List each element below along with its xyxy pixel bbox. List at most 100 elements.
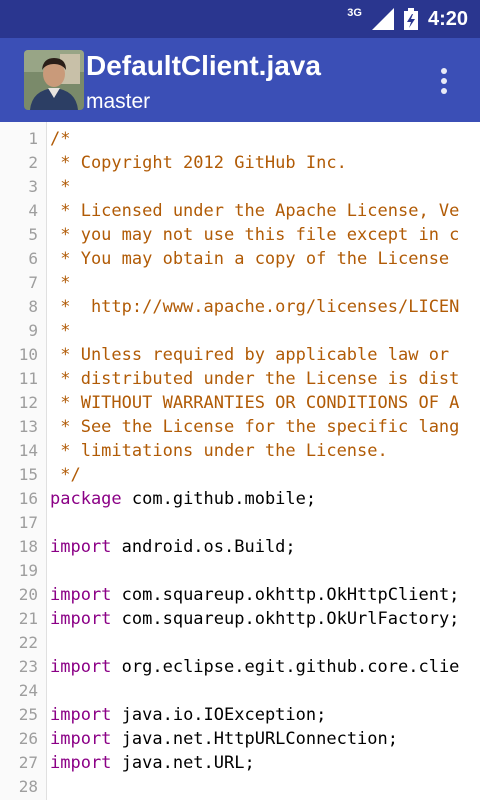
line-number: 26 [18, 729, 38, 748]
code-line: 12 * WITHOUT WARRANTIES OR CONDITIONS OF… [0, 391, 480, 415]
code-lines: 1/* 2 * Copyright 2012 GitHub Inc. 3 * 4 * … [0, 127, 480, 799]
line-number: 3 [28, 177, 38, 196]
code-rest: java.io.IOException; [111, 705, 327, 725]
line-number: 8 [28, 297, 38, 316]
code-text: import java.net.URL; [50, 751, 255, 775]
code-line: 11 * distributed under the License is di… [0, 367, 480, 391]
status-bar: 3G 4:20 [0, 0, 480, 38]
code-text: * WITHOUT WARRANTIES OR CONDITIONS OF A [50, 393, 460, 413]
code-rest: com.github.mobile; [121, 489, 317, 509]
line-number: 25 [18, 705, 38, 724]
code-line: 17 [0, 511, 480, 535]
code-line: 4 * Licensed under the Apache License, V… [0, 199, 480, 223]
code-text: * [50, 177, 71, 197]
clock: 4:20 [427, 7, 468, 30]
code-line: 23 import org.eclipse.egit.github.core.cl… [0, 655, 480, 679]
line-number: 21 [18, 609, 38, 628]
keyword: import [50, 729, 112, 749]
code-line: 9 * [0, 319, 480, 343]
line-number: 4 [28, 201, 38, 220]
code-line: 24 [0, 679, 480, 703]
code-line: 18 import android.os.Build; [0, 535, 480, 559]
line-number: 15 [18, 465, 38, 484]
keyword: import [50, 585, 112, 605]
code-line: 15 */ [0, 463, 480, 487]
line-number: 13 [18, 417, 38, 436]
app-bar: DefaultClient.java master [0, 38, 480, 122]
code-text: */ [50, 465, 81, 485]
line-number: 9 [28, 321, 38, 340]
file-title: DefaultClient.java [86, 50, 321, 81]
line-number: 6 [28, 249, 38, 268]
code-text: import android.os.Build; [50, 535, 296, 559]
line-number: 11 [18, 369, 38, 388]
line-number: 23 [18, 657, 38, 676]
keyword: package [50, 489, 122, 509]
code-rest: com.squareup.okhttp.OkUrlFactory; [111, 609, 460, 629]
code-line: 1 /* [0, 127, 480, 151]
code-line: 25 import java.io.IOException; [0, 703, 480, 727]
code-view[interactable]: 1/* 2 * Copyright 2012 GitHub Inc. 3 * 4 * … [0, 122, 480, 800]
code-text: * You may obtain a copy of the License [50, 249, 450, 269]
line-number: 27 [18, 753, 38, 772]
line-number: 24 [18, 681, 38, 700]
avatar[interactable] [24, 50, 84, 110]
code-text: * See the License for the specific lang [50, 417, 460, 437]
code-text: import java.net.HttpURLConnection; [50, 727, 398, 751]
keyword: import [50, 657, 112, 677]
code-line: 27 import java.net.URL; [0, 751, 480, 775]
status-icons: 3G 4:20 [347, 0, 468, 38]
overflow-menu-icon[interactable] [432, 66, 456, 96]
keyword: import [50, 537, 112, 557]
keyword: import [50, 753, 112, 773]
code-line: 7 * [0, 271, 480, 295]
code-text: * Licensed under the Apache License, Ve [50, 201, 460, 221]
code-text: * http://www.apache.org/licenses/LICEN [50, 297, 460, 317]
line-number: 7 [28, 273, 38, 292]
keyword: import [50, 705, 112, 725]
code-line: 2 * Copyright 2012 GitHub Inc. [0, 151, 480, 175]
code-text: * distributed under the License is dist [50, 369, 460, 389]
code-line: 21 import com.squareup.okhttp.OkUrlFactor… [0, 607, 480, 631]
code-line: 16 package com.github.mobile; [0, 487, 480, 511]
line-number: 12 [18, 393, 38, 412]
line-number: 19 [18, 561, 38, 580]
code-text: package com.github.mobile; [50, 487, 316, 511]
code-text: * [50, 321, 71, 341]
code-text: /* [50, 129, 71, 149]
keyword: import [50, 609, 112, 629]
code-line: 5 * you may not use this file except in … [0, 223, 480, 247]
code-rest: java.net.HttpURLConnection; [111, 729, 398, 749]
line-number: 16 [18, 489, 38, 508]
code-rest: android.os.Build; [111, 537, 296, 557]
code-line: 28 [0, 775, 480, 799]
code-rest: java.net.URL; [111, 753, 255, 773]
line-number: 20 [18, 585, 38, 604]
line-number: 10 [18, 345, 38, 364]
code-text: * you may not use this file except in c [50, 225, 460, 245]
code-text: import com.squareup.okhttp.OkUrlFactory; [50, 607, 459, 631]
code-line: 19 [0, 559, 480, 583]
code-text: * Copyright 2012 GitHub Inc. [50, 153, 347, 173]
code-text: * limitations under the License. [50, 441, 388, 461]
line-number: 28 [18, 777, 38, 796]
line-number: 22 [18, 633, 38, 652]
code-line: 20 import com.squareup.okhttp.OkHttpClien… [0, 583, 480, 607]
code-line: 10 * Unless required by applicable law o… [0, 343, 480, 367]
code-text: import com.squareup.okhttp.OkHttpClient; [50, 583, 459, 607]
code-line: 22 [0, 631, 480, 655]
code-rest: org.eclipse.egit.github.core.clie [111, 657, 460, 677]
code-line: 26 import java.net.HttpURLConnection; [0, 727, 480, 751]
code-text: * Unless required by applicable law or [50, 345, 450, 365]
code-text: import java.io.IOException; [50, 703, 326, 727]
code-text: import org.eclipse.egit.github.core.clie [50, 655, 459, 679]
code-line: 3 * [0, 175, 480, 199]
line-number: 14 [18, 441, 38, 460]
branch-name: master [86, 90, 151, 113]
line-number: 5 [28, 225, 38, 244]
signal-icon [371, 8, 394, 30]
code-rest: com.squareup.okhttp.OkHttpClient; [111, 585, 460, 605]
code-line: 8 * http://www.apache.org/licenses/LICEN [0, 295, 480, 319]
code-line: 14 * limitations under the License. [0, 439, 480, 463]
code-text: * [50, 273, 71, 293]
